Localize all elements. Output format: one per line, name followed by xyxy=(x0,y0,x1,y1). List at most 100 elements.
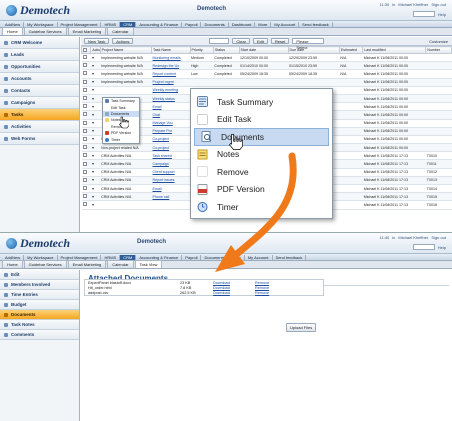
cell-task[interactable] xyxy=(151,200,191,210)
nav-payroll[interactable]: Payroll xyxy=(182,21,202,27)
sign-out-link[interactable]: Sign out xyxy=(431,235,446,240)
sidebar-item-budget[interactable]: Budget xyxy=(0,300,79,310)
row-action-cell[interactable] xyxy=(90,176,101,186)
cell-task[interactable]: Project mgmt xyxy=(151,78,191,87)
row-checkbox[interactable] xyxy=(82,153,87,158)
menu-item-pdf-large[interactable]: PDF Version xyxy=(191,181,332,199)
table-row[interactable]: Implementing website N/A Monitoring email… xyxy=(81,53,452,63)
chevron-down-icon[interactable] xyxy=(91,64,94,67)
tab-guidebar[interactable]: Guidebar Services xyxy=(23,27,67,35)
chevron-down-icon[interactable] xyxy=(91,195,94,198)
chevron-down-icon[interactable] xyxy=(91,146,94,149)
chevron-down-icon[interactable] xyxy=(91,113,94,116)
row-checkbox[interactable] xyxy=(82,177,87,182)
sidebar-item-leads[interactable]: Leads xyxy=(0,49,79,61)
edit-view-button[interactable]: Edit xyxy=(252,38,268,44)
reset-button[interactable]: Reset xyxy=(270,38,290,44)
cell-task[interactable]: Weekly status xyxy=(151,94,191,104)
remove-link[interactable]: Remove xyxy=(255,286,269,290)
nav-project-management[interactable]: Project Management xyxy=(58,254,102,260)
sidebar-item-time-entries[interactable]: Time Entries xyxy=(0,290,79,300)
row-checkbox[interactable] xyxy=(82,169,87,174)
col-priority[interactable]: Priority xyxy=(189,46,214,54)
sidebar-item-contacts[interactable]: Contacts xyxy=(0,85,79,97)
chevron-down-icon[interactable] xyxy=(91,105,94,108)
cell-task[interactable]: Prepare Pro xyxy=(151,127,191,136)
row-action-cell[interactable] xyxy=(90,151,101,161)
help-link[interactable]: Help xyxy=(438,245,446,250)
nav-accounting[interactable]: Accounting & Finance xyxy=(136,21,183,27)
row-checkbox-cell[interactable] xyxy=(81,53,91,63)
table-row[interactable]: Implementing website N/A Redesign the Ux H… xyxy=(81,61,452,71)
cell-task[interactable]: Monitoring emails xyxy=(151,53,191,63)
customize-link[interactable]: Customize xyxy=(429,39,448,44)
user-name[interactable]: Michael Kheffner xyxy=(398,2,428,7)
sidebar-item-activities[interactable]: Activities xyxy=(0,121,79,133)
nav-my-workspace[interactable]: My Workspace xyxy=(24,254,58,260)
row-checkbox[interactable] xyxy=(82,120,87,125)
nav-documents[interactable]: Documents xyxy=(201,254,229,260)
row-checkbox[interactable] xyxy=(82,186,87,191)
col-due[interactable]: Due date xyxy=(287,46,340,54)
filter-input[interactable] xyxy=(209,38,230,44)
row-action-cell[interactable] xyxy=(90,192,101,202)
download-link[interactable]: Download xyxy=(213,291,255,295)
tab-calendar[interactable]: Calendar xyxy=(107,27,134,35)
row-action-cell[interactable] xyxy=(90,61,101,71)
nav-payroll[interactable]: Payroll xyxy=(182,254,202,260)
sidebar-item-edit[interactable]: Edit xyxy=(0,270,79,280)
row-checkbox-cell[interactable] xyxy=(81,184,91,194)
tab-home[interactable]: Home xyxy=(2,260,23,268)
row-checkbox-cell[interactable] xyxy=(81,192,91,202)
chevron-down-icon[interactable] xyxy=(91,72,94,75)
cell-task[interactable]: Email xyxy=(151,184,191,194)
row-checkbox[interactable] xyxy=(82,55,87,60)
menu-item-edit-task-large[interactable]: Edit Task xyxy=(191,111,332,129)
row-action-cell[interactable] xyxy=(90,78,101,87)
row-checkbox-cell[interactable] xyxy=(81,94,91,104)
sidebar-item-opportunities[interactable]: Opportunities xyxy=(0,61,79,73)
menu-item-task-summary-large[interactable]: Task Summary xyxy=(191,93,332,111)
view-select[interactable]: Please Select xyxy=(292,38,325,50)
nav-addnew[interactable]: AddNew xyxy=(2,254,25,260)
row-checkbox[interactable] xyxy=(82,136,87,141)
remove-link[interactable]: Remove xyxy=(255,291,269,295)
col-number[interactable]: Number xyxy=(425,46,452,54)
cell-task[interactable]: Client support xyxy=(151,168,191,177)
sidebar-item-accounts[interactable]: Accounts xyxy=(0,73,79,85)
row-checkbox-cell[interactable] xyxy=(81,176,91,186)
cell-task[interactable]: Campaign xyxy=(151,159,191,169)
row-action-cell[interactable] xyxy=(90,94,101,104)
row-checkbox-cell[interactable] xyxy=(81,102,91,112)
new-task-button[interactable]: New Task xyxy=(84,38,110,44)
chevron-down-icon[interactable] xyxy=(91,130,94,133)
chevron-down-icon[interactable] xyxy=(91,138,94,141)
menu-item-remove-large[interactable]: Remove xyxy=(191,163,332,181)
menu-item-timer[interactable]: Timer xyxy=(103,136,139,142)
sidebar-item-tasks[interactable]: Tasks xyxy=(0,109,79,121)
row-checkbox[interactable] xyxy=(82,161,87,166)
nav-documents[interactable]: Documents xyxy=(201,21,229,27)
tab-home[interactable]: Home xyxy=(2,27,23,35)
row-checkbox[interactable] xyxy=(82,79,87,84)
download-link[interactable]: Download xyxy=(213,281,255,285)
row-checkbox-cell[interactable] xyxy=(81,127,91,136)
help-link[interactable]: Help xyxy=(438,12,446,17)
user-name[interactable]: Michael Kheffner xyxy=(398,235,428,240)
row-checkbox-cell[interactable] xyxy=(81,168,91,177)
chevron-down-icon[interactable] xyxy=(91,171,94,174)
nav-more[interactable]: More xyxy=(255,21,272,27)
search-input[interactable] xyxy=(412,244,435,250)
tab-calendar[interactable]: Calendar xyxy=(107,260,134,268)
nav-my-account[interactable]: My Account xyxy=(271,21,300,27)
cell-task[interactable]: Phone call xyxy=(151,192,191,202)
row-checkbox[interactable] xyxy=(82,71,87,76)
sidebar-item-web-forms[interactable]: Web Forms xyxy=(0,133,79,145)
row-action-cell[interactable] xyxy=(90,119,101,128)
row-action-cell[interactable] xyxy=(90,69,101,79)
row-checkbox-cell[interactable] xyxy=(81,200,91,210)
nav-more[interactable]: More xyxy=(229,254,245,260)
row-action-cell[interactable] xyxy=(90,127,101,136)
clear-button[interactable]: Clear xyxy=(232,38,250,44)
chevron-down-icon[interactable] xyxy=(91,154,94,157)
